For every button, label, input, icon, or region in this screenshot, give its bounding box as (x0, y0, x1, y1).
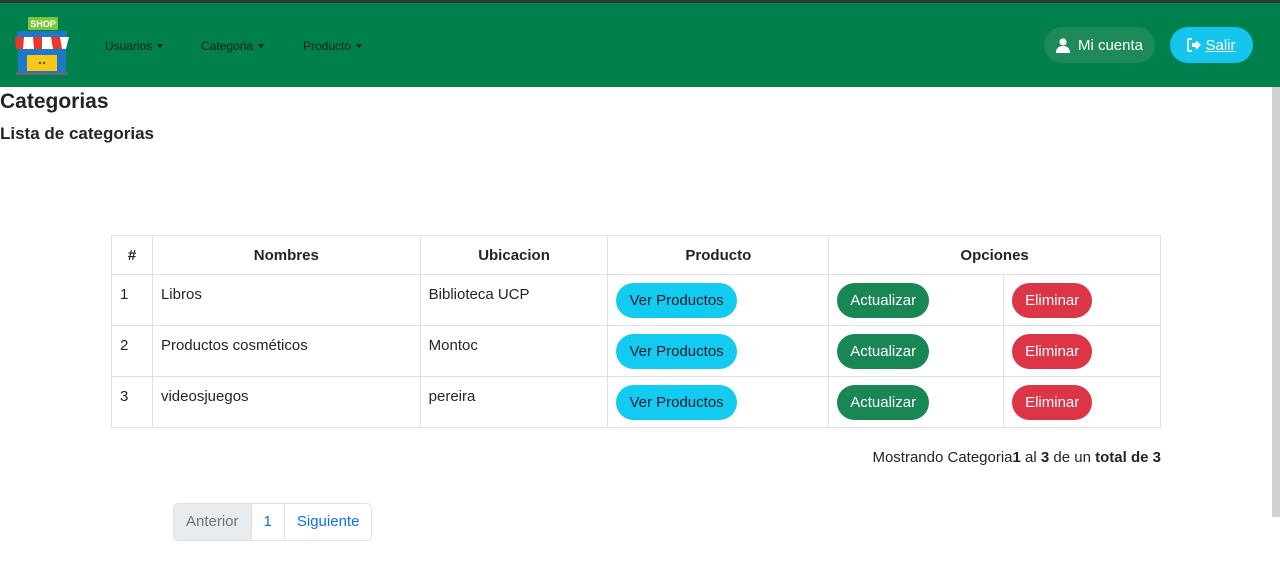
vertical-scrollbar[interactable] (1272, 87, 1280, 517)
summary-prefix: Mostrando Categoria (872, 449, 1013, 466)
delete-button[interactable]: Eliminar (1012, 282, 1093, 318)
summary-total: total de 3 (1095, 449, 1161, 466)
chevron-down-icon (356, 44, 363, 48)
nav-producto-label: Producto (303, 39, 352, 53)
row-product-cell: Ver Productos (607, 274, 830, 326)
row-name: Libros (151, 274, 421, 326)
row-location: Montoc (419, 325, 609, 377)
row-location: pereira (419, 376, 609, 428)
row-number: 1 (111, 274, 153, 326)
row-update-cell: Actualizar (828, 325, 1005, 377)
col-header-location: Ubicacion (419, 235, 609, 275)
page-subtitle: Lista de categorias (0, 124, 155, 143)
my-account-label: Mi cuenta (1077, 36, 1144, 54)
nav-usuarios-label: Usuarios (105, 39, 153, 53)
row-number: 2 (111, 325, 153, 377)
update-button[interactable]: Actualizar (837, 282, 930, 318)
logout-label: Salir (1205, 36, 1236, 54)
row-update-cell: Actualizar (828, 376, 1005, 428)
page-title: Categorias (0, 90, 109, 113)
logout-button[interactable]: Salir (1170, 27, 1253, 63)
col-header-name: Nombres (151, 235, 421, 275)
table-row: 3 videosjuegos pereira Ver Productos Act… (111, 376, 1161, 428)
row-number: 3 (111, 376, 153, 428)
row-update-cell: Actualizar (828, 274, 1005, 326)
col-header-product: Producto (607, 235, 830, 275)
view-products-button[interactable]: Ver Productos (616, 384, 737, 420)
pagination-previous[interactable]: Anterior (174, 504, 252, 540)
nav-categoria-label: Categoria (201, 39, 254, 53)
summary-from: 1 (1012, 449, 1021, 466)
delete-button[interactable]: Eliminar (1012, 333, 1093, 369)
update-button[interactable]: Actualizar (837, 333, 930, 369)
row-name: videosjuegos (151, 376, 421, 428)
table-row: 1 Libros Biblioteca UCP Ver Productos Ac… (111, 274, 1161, 326)
nav-categoria[interactable]: Categoria (201, 39, 265, 53)
pagination-page-1[interactable]: 1 (252, 504, 285, 540)
summary-middle: al (1025, 449, 1037, 466)
summary-of: de un (1053, 449, 1091, 466)
navbar: SHOP Usuarios Categoria Producto Mi cuen… (0, 3, 1280, 87)
row-name: Productos cosméticos (151, 325, 421, 377)
col-header-options: Opciones (828, 235, 1161, 275)
pagination-next[interactable]: Siguiente (285, 504, 372, 540)
update-button[interactable]: Actualizar (837, 384, 930, 420)
chevron-down-icon (157, 44, 164, 48)
table-header-row: # Nombres Ubicacion Producto Opciones (111, 235, 1161, 275)
nav-usuarios[interactable]: Usuarios (105, 39, 164, 53)
table-summary: Mostrando Categoria1 al 3 de un total de… (872, 449, 1161, 466)
delete-button[interactable]: Eliminar (1012, 384, 1093, 420)
row-location: Biblioteca UCP (419, 274, 609, 326)
row-product-cell: Ver Productos (607, 376, 830, 428)
row-delete-cell: Eliminar (1003, 376, 1161, 428)
view-products-button[interactable]: Ver Productos (616, 282, 737, 318)
nav-producto[interactable]: Producto (303, 39, 363, 53)
categories-table: # Nombres Ubicacion Producto Opciones 1 … (111, 235, 1161, 428)
table-row: 2 Productos cosméticos Montoc Ver Produc… (111, 325, 1161, 377)
row-delete-cell: Eliminar (1003, 325, 1161, 377)
logout-icon (1187, 38, 1202, 52)
row-product-cell: Ver Productos (607, 325, 830, 377)
pagination: Anterior 1 Siguiente (173, 503, 373, 541)
col-header-number: # (111, 235, 153, 275)
user-icon (1055, 37, 1070, 53)
my-account-button[interactable]: Mi cuenta (1044, 27, 1155, 63)
row-delete-cell: Eliminar (1003, 274, 1161, 326)
chevron-down-icon (258, 44, 265, 48)
summary-to: 3 (1040, 449, 1050, 466)
svg-text:SHOP: SHOP (30, 19, 56, 29)
shop-logo[interactable]: SHOP (14, 17, 70, 75)
view-products-button[interactable]: Ver Productos (616, 333, 737, 369)
